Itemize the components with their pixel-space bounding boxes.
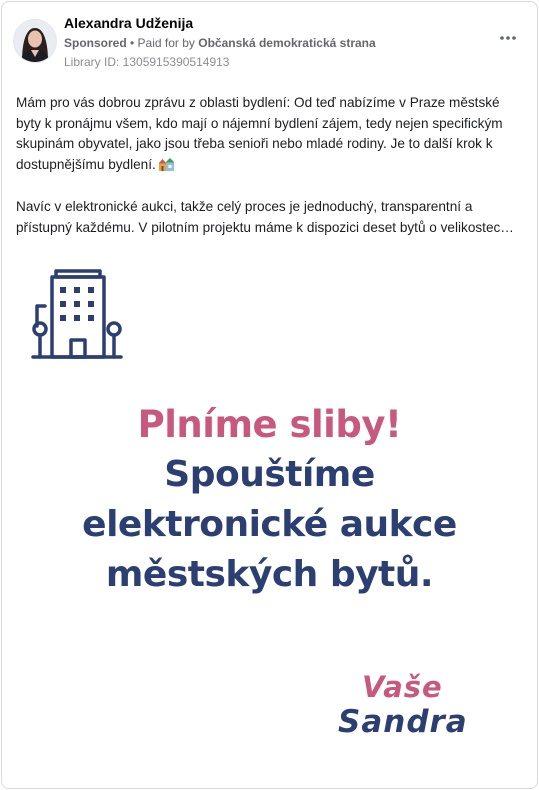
post-text: Mám pro vás dobrou zprávu z oblasti bydl…: [16, 93, 528, 238]
post-paragraph: Mám pro vás dobrou zprávu z oblasti bydl…: [16, 93, 528, 177]
sponsored-line: Sponsored • Paid for by Občanská demokra…: [64, 36, 376, 50]
headline-line: Plníme sliby!: [137, 403, 402, 446]
avatar[interactable]: [13, 19, 57, 63]
page-name[interactable]: Alexandra Udženija: [64, 15, 193, 31]
more-options-button[interactable]: [497, 30, 519, 46]
paragraph-text: Mám pro vás dobrou zprávu z oblasti bydl…: [16, 95, 503, 172]
sponsored-label: Sponsored: [64, 36, 127, 50]
headline-line: Spouštíme: [164, 454, 375, 495]
more-horizontal-icon: [500, 36, 516, 40]
signature-line: Vaše: [362, 670, 443, 704]
post-header: Alexandra Udženija Sponsored • Paid for …: [2, 2, 537, 82]
paid-for-prefix: • Paid for by: [126, 36, 199, 50]
post-paragraph: Navíc v elektronické aukci, takže celý p…: [16, 199, 514, 235]
ad-headline: Plníme sliby! Spouštíme elektronické auk…: [2, 400, 537, 600]
payer-link[interactable]: Občanská demokratická strana: [198, 36, 375, 50]
ad-card: Alexandra Udženija Sponsored • Paid for …: [1, 1, 538, 789]
headline-line: elektronické aukce: [82, 504, 457, 545]
library-id: Library ID: 1305915390514913: [64, 55, 230, 69]
signature-line: Sandra: [338, 704, 468, 740]
apartment-building-icon: [31, 269, 123, 359]
ad-image[interactable]: Plníme sliby! Spouštíme elektronické auk…: [2, 252, 537, 788]
profile-photo: [14, 20, 56, 62]
houses-emoji-icon: [158, 157, 175, 178]
headline-line: městských bytů.: [105, 554, 434, 595]
